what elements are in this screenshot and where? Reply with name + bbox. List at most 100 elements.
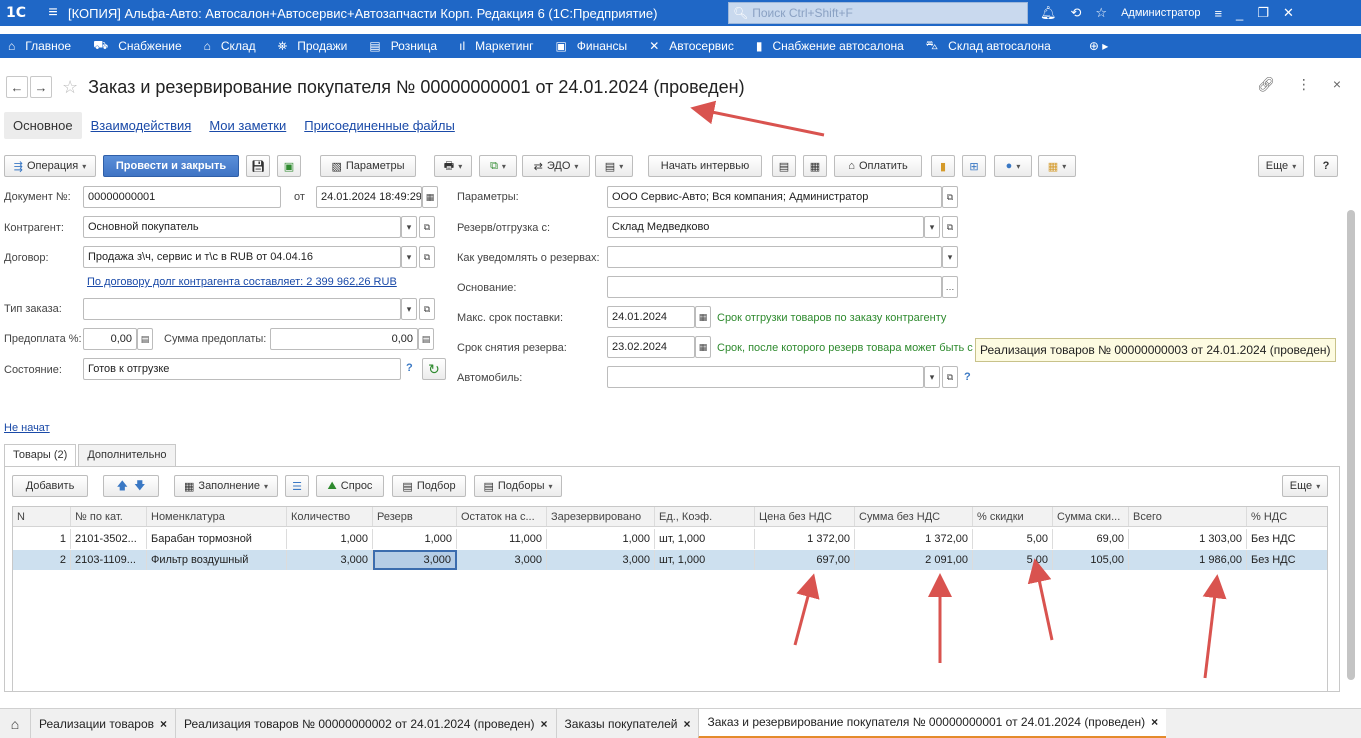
section-supply[interactable]: ⛟ Снабжение	[85, 38, 196, 54]
tab-files[interactable]: Присоединенные файлы	[295, 112, 464, 139]
close-icon[interactable]: ✕	[1283, 5, 1294, 21]
minimize-icon[interactable]: _	[1236, 6, 1243, 21]
open-icon[interactable]: ⧉	[419, 246, 435, 268]
contractor-field[interactable]: Основной покупатель	[83, 216, 401, 238]
section-marketing[interactable]: ıl Маркетинг	[451, 39, 547, 53]
section-more[interactable]: ⊕ ▸	[1065, 39, 1122, 53]
favorite-star-icon[interactable]: ☆	[62, 77, 78, 98]
close-icon[interactable]: ×	[683, 717, 690, 731]
task-sales-list[interactable]: Реализации товаров ×	[30, 708, 175, 738]
reserve-remove-field[interactable]: 23.02.2024	[607, 336, 695, 358]
home-icon[interactable]: ⌂	[0, 716, 30, 732]
chevron-down-icon[interactable]: ▾	[401, 298, 417, 320]
pay-button[interactable]: ⌂ Оплатить	[834, 155, 922, 177]
start-interview-button[interactable]: Начать интервью	[648, 155, 762, 177]
menu-icon[interactable]: ≡	[38, 4, 68, 22]
help-icon[interactable]: ?	[406, 362, 413, 374]
open-icon[interactable]: ⧉	[942, 366, 958, 388]
params-field[interactable]: ООО Сервис-Авто; Вся компания; Администр…	[607, 186, 942, 208]
calendar-icon[interactable]: ▦	[695, 336, 711, 358]
more-actions-button[interactable]: ● ▾	[994, 155, 1032, 177]
order-type-field[interactable]	[83, 298, 401, 320]
prepay-pct-field[interactable]: 0,00	[83, 328, 137, 350]
settings-menu-icon[interactable]: ≡	[1214, 6, 1222, 21]
more-button[interactable]: Еще ▾	[1258, 155, 1304, 177]
calendar-icon[interactable]: ▦	[695, 306, 711, 328]
tab-main[interactable]: Основное	[4, 111, 82, 139]
restore-icon[interactable]: ❐	[1257, 5, 1269, 21]
post-button[interactable]: ▣	[277, 155, 301, 177]
reserve-field[interactable]: Склад Медведково	[607, 216, 924, 238]
demand-button[interactable]: ⛰ Спрос	[316, 475, 384, 497]
help-icon[interactable]: ?	[964, 371, 971, 383]
tab-interaction[interactable]: Взаимодействия	[82, 112, 201, 139]
section-retail[interactable]: ▤ Розница	[361, 39, 451, 53]
move-up-down-button[interactable]: 🡅 🡇	[103, 475, 159, 497]
chevron-down-icon[interactable]: ▾	[942, 246, 958, 268]
structure-button[interactable]: ⊞	[962, 155, 986, 177]
list-settings-button[interactable]: ☰	[285, 475, 309, 497]
chevron-down-icon[interactable]: ▾	[401, 216, 417, 238]
car-field[interactable]	[607, 366, 924, 388]
col-quantity[interactable]: Количество	[287, 507, 373, 526]
user-name[interactable]: Администратор	[1121, 7, 1200, 19]
col-reserved[interactable]: Зарезервировано	[547, 507, 655, 526]
section-autoservice[interactable]: ✕ Автосервис	[641, 39, 748, 53]
task-current-order[interactable]: Заказ и резервирование покупателя № 0000…	[698, 708, 1167, 738]
print-button[interactable]: 🖶︎ ▾	[434, 155, 472, 177]
col-total[interactable]: Всего	[1129, 507, 1247, 526]
tab-extra[interactable]: Дополнительно	[78, 444, 176, 466]
post-and-close-button[interactable]: Провести и закрыть	[103, 155, 239, 177]
back-button[interactable]: ←	[6, 76, 28, 98]
tasks-button[interactable]: ▦ ▾	[1038, 155, 1076, 177]
task-orders[interactable]: Заказы покупателей ×	[555, 708, 699, 738]
pick-button[interactable]: ▤ Подбор	[392, 475, 466, 497]
col-nomenclature[interactable]: Номенклатура	[147, 507, 287, 526]
col-vat[interactable]: % НДС	[1247, 507, 1327, 526]
create-based-button[interactable]: ⧉ ▾	[479, 155, 517, 177]
section-sales[interactable]: ⛯ Продажи	[270, 39, 362, 54]
fill-button[interactable]: ▦ Заполнение ▾	[174, 475, 278, 497]
close-icon[interactable]: ×	[160, 717, 167, 731]
open-icon[interactable]: ⧉	[942, 186, 958, 208]
history-icon[interactable]: ⟲	[1071, 5, 1082, 21]
col-discount-sum[interactable]: Сумма ски...	[1053, 507, 1129, 526]
link-icon[interactable]: 🔗︎	[1257, 76, 1275, 93]
section-showroom-warehouse[interactable]: ⛍ Склад автосалона	[918, 38, 1065, 54]
operation-button[interactable]: ⇶ Операция ▾	[4, 155, 96, 177]
cell-reserve[interactable]: 3,000	[373, 550, 457, 570]
chevron-down-icon[interactable]: ▾	[924, 216, 940, 238]
tab-notes[interactable]: Мои заметки	[200, 112, 295, 139]
table-more-button[interactable]: Еще ▾	[1282, 475, 1328, 497]
col-unit[interactable]: Ед., Коэф.	[655, 507, 755, 526]
col-stock[interactable]: Остаток на с...	[457, 507, 547, 526]
prepay-sum-field[interactable]: 0,00	[270, 328, 418, 350]
open-icon[interactable]: ⧉	[419, 216, 435, 238]
section-main[interactable]: ⌂ Главное	[0, 39, 85, 53]
star-icon[interactable]: ☆	[1095, 5, 1107, 21]
section-warehouse[interactable]: ⌂ Склад	[196, 39, 270, 53]
col-n[interactable]: N	[13, 507, 71, 526]
table-row[interactable]: 1 2101-3502... Барабан тормозной 1,000 1…	[13, 529, 1327, 549]
tab-goods[interactable]: Товары (2)	[4, 444, 77, 466]
close-icon[interactable]: ×	[541, 717, 548, 731]
attachments-button[interactable]: ▤ ▾	[595, 155, 633, 177]
report-button[interactable]: ▮	[931, 155, 955, 177]
search-input[interactable]: 🔍︎ Поиск Ctrl+Shift+F	[728, 2, 1028, 24]
help-button[interactable]: ?	[1314, 155, 1338, 177]
forward-button[interactable]: →	[30, 76, 52, 98]
chevron-down-icon[interactable]: ▾	[401, 246, 417, 268]
not-started-link[interactable]: Не начат	[4, 422, 50, 434]
calculator-icon[interactable]: ▤	[137, 328, 153, 350]
bell-icon[interactable]: 🔔︎	[1040, 5, 1057, 21]
more-vertical-icon[interactable]: ⋮	[1297, 76, 1311, 93]
calendar-icon[interactable]: ▦	[422, 186, 438, 208]
parameters-button[interactable]: ▧ Параметры	[320, 155, 416, 177]
scrollbar-thumb[interactable]	[1347, 210, 1355, 680]
add-row-button[interactable]: Добавить	[12, 475, 88, 497]
section-showroom-supply[interactable]: ▮ Снабжение автосалона	[748, 39, 918, 53]
refresh-button[interactable]: ↻	[422, 358, 446, 380]
basis-field[interactable]	[607, 276, 942, 298]
col-sum[interactable]: Сумма без НДС	[855, 507, 973, 526]
state-field[interactable]: Готов к отгрузке	[83, 358, 401, 380]
